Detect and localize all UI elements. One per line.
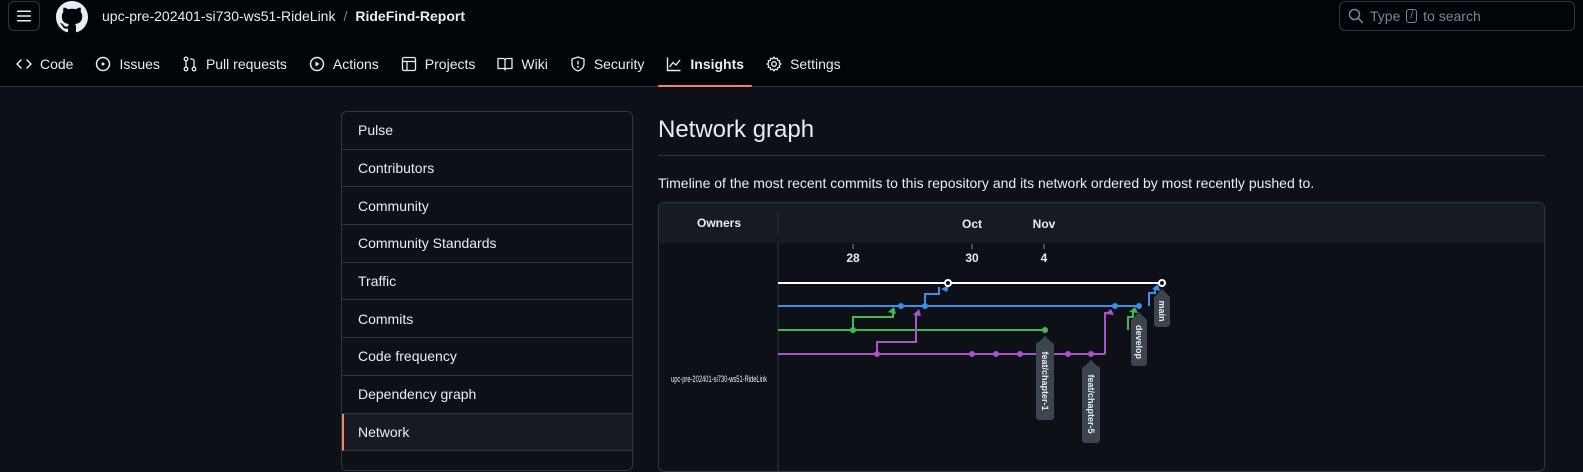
merge-purple-to-blue-2	[1104, 312, 1110, 354]
network-graph[interactable]: Owners Oct Nov 28 30 4 upc-pre-202401-si…	[659, 203, 1545, 472]
tab-issues[interactable]: Issues	[87, 44, 167, 84]
commit-dot[interactable]	[993, 351, 999, 357]
tab-pull-requests[interactable]: Pull requests	[174, 44, 295, 84]
commit-dot[interactable]	[1017, 351, 1023, 357]
merge-blue-to-main-1	[924, 287, 940, 306]
code-icon	[16, 59, 32, 69]
sidebar-item-pulse[interactable]: Pulse	[342, 112, 632, 150]
issue-icon	[96, 56, 111, 72]
sidebar-item-commits[interactable]: Commits	[342, 300, 632, 339]
menu-icon	[17, 10, 31, 22]
commit-dot[interactable]	[1065, 351, 1071, 357]
month-label-nov: Nov	[1033, 217, 1056, 231]
github-logo-icon[interactable]	[56, 1, 88, 33]
gear-icon	[766, 56, 782, 72]
commit-dot[interactable]	[874, 351, 880, 357]
graph-icon	[667, 57, 681, 72]
pull-request-icon	[183, 56, 197, 72]
tab-label: Security	[593, 56, 645, 72]
page-title: Network graph	[658, 116, 815, 143]
branch-tag-develop[interactable]: develop	[1131, 312, 1147, 366]
month-label-oct: Oct	[962, 217, 982, 231]
commit-dot[interactable]	[944, 279, 952, 287]
play-icon	[309, 56, 325, 72]
sidebar-item-traffic[interactable]: Traffic	[342, 263, 632, 301]
commit-dot[interactable]	[922, 303, 928, 309]
table-icon	[401, 56, 416, 72]
tab-label: Insights	[690, 56, 745, 72]
merge-purple-to-blue	[876, 313, 917, 354]
graph-header-band	[659, 203, 1544, 243]
day-label-30: 30	[965, 251, 979, 265]
tab-label: Issues	[119, 56, 160, 72]
sidebar-item-community[interactable]: Community	[342, 187, 632, 226]
branch-tag-chapter-5-label: feat/chapter-5	[1086, 374, 1096, 433]
breadcrumb: upc-pre-202401-si730-ws51-RideLink / Rid…	[102, 8, 465, 24]
search-suffix-text: to search	[1423, 8, 1481, 24]
owner-row-label: upc-pre-202401-si730-ws51-RideLink	[671, 374, 767, 384]
branch-tag-main-label: main	[1157, 300, 1167, 321]
commit-dot[interactable]	[850, 327, 856, 333]
branch-tag-chapter-1-label: feat/chapter-1	[1040, 351, 1050, 410]
tab-label: Actions	[332, 56, 379, 72]
arrow-green-2	[1129, 307, 1138, 313]
commit-dot[interactable]	[1088, 351, 1094, 357]
network-graph-container: Owners Oct Nov 28 30 4 upc-pre-202401-si…	[658, 202, 1545, 472]
tab-label: Settings	[790, 56, 841, 72]
top-header: upc-pre-202401-si730-ws51-RideLink / Rid…	[0, 0, 1583, 87]
search-input[interactable]: Type / to search	[1339, 1, 1575, 31]
sidebar-item-code-frequency[interactable]: Code frequency	[342, 338, 632, 376]
owners-header: Owners	[697, 216, 741, 230]
branch-tag-main[interactable]: main	[1154, 289, 1170, 327]
tab-security[interactable]: Security	[562, 44, 653, 84]
branch-tag-chapter-1[interactable]: feat/chapter-1	[1036, 336, 1054, 420]
breadcrumb-repo-link[interactable]: RideFind-Report	[355, 8, 465, 24]
tab-wiki[interactable]: Wiki	[489, 44, 555, 84]
branch-tag-chapter-5[interactable]: feat/chapter-5	[1082, 360, 1100, 443]
search-shortcut-key: /	[1406, 9, 1418, 23]
tab-settings[interactable]: Settings	[758, 44, 849, 84]
day-label-28: 28	[846, 251, 860, 265]
tab-label: Pull requests	[205, 56, 287, 72]
commit-dot[interactable]	[969, 351, 975, 357]
insights-sidebar: Pulse Contributors Community Community S…	[341, 111, 633, 471]
commit-dot[interactable]	[1158, 279, 1166, 287]
shield-icon	[571, 56, 585, 72]
tab-projects[interactable]: Projects	[393, 44, 484, 84]
page-description: Timeline of the most recent commits to t…	[658, 175, 1315, 191]
search-icon	[1348, 8, 1364, 24]
tab-label: Code	[40, 56, 74, 72]
arrow-purple	[913, 309, 921, 316]
commit-dot[interactable]	[1042, 327, 1048, 333]
book-icon	[497, 57, 514, 71]
title-divider	[658, 155, 1545, 156]
breadcrumb-owner-link[interactable]: upc-pre-202401-si730-ws51-RideLink	[102, 8, 335, 24]
commit-dot[interactable]	[898, 303, 904, 309]
day-label-4: 4	[1041, 251, 1048, 265]
tab-label: Projects	[424, 56, 476, 72]
sidebar-item-community-standards[interactable]: Community Standards	[342, 225, 632, 263]
hamburger-menu-button[interactable]	[8, 1, 40, 31]
tab-code[interactable]: Code	[8, 44, 81, 84]
sidebar-item-contributors[interactable]: Contributors	[342, 150, 632, 188]
breadcrumb-separator: /	[343, 8, 348, 24]
tab-insights[interactable]: Insights	[658, 44, 752, 87]
arrow-green	[888, 307, 896, 314]
sidebar-item-network[interactable]: Network	[342, 413, 632, 452]
tab-actions[interactable]: Actions	[301, 44, 387, 84]
merge-green-to-blue	[852, 309, 894, 330]
tab-label: Wiki	[521, 56, 548, 72]
commit-dot[interactable]	[1112, 303, 1118, 309]
commit-dot[interactable]	[1136, 303, 1142, 309]
sidebar-item-dependency-graph[interactable]: Dependency graph	[342, 376, 632, 414]
search-prefix-text: Type	[1370, 8, 1401, 24]
branch-tag-develop-label: develop	[1134, 325, 1144, 360]
repo-nav-tabs: Code Issues Pull requests Actions Projec…	[0, 44, 855, 87]
